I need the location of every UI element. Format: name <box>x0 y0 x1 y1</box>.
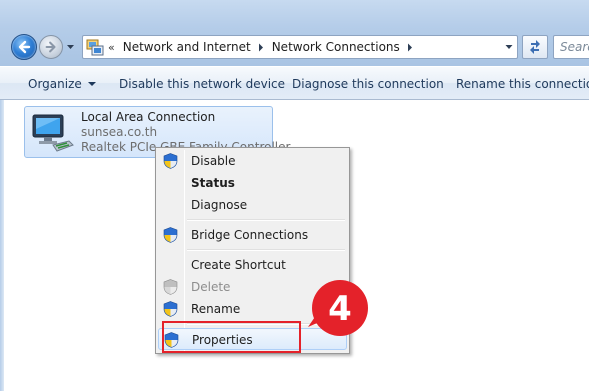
forward-button[interactable] <box>39 35 63 59</box>
menu-item-label: Bridge Connections <box>191 228 309 242</box>
breadcrumb-network-connections[interactable]: Network Connections <box>272 40 400 54</box>
connection-name: Local Area Connection <box>81 110 216 124</box>
menu-separator <box>187 219 345 221</box>
uac-shield-icon <box>163 279 178 295</box>
search-input[interactable]: Search Network Connections <box>553 35 589 59</box>
chevron-down-icon <box>87 82 96 86</box>
address-dropdown-icon[interactable] <box>505 44 513 50</box>
organize-label: Organize <box>28 77 82 91</box>
uac-shield-icon <box>163 301 178 317</box>
menu-item-label: Rename <box>191 302 241 316</box>
menu-item-disable[interactable]: Disable <box>158 150 347 172</box>
menu-item-status[interactable]: Status <box>158 172 347 194</box>
recent-pages-dropdown-icon[interactable] <box>66 43 75 51</box>
connection-network: sunsea.co.th <box>81 125 158 139</box>
menu-item-label: Status <box>191 176 235 190</box>
refresh-button[interactable] <box>522 35 548 59</box>
disable-device-button[interactable]: Disable this network device <box>119 77 285 91</box>
network-folder-icon <box>86 38 104 56</box>
menu-item-create-shortcut[interactable]: Create Shortcut <box>158 254 347 276</box>
menu-separator <box>187 249 345 251</box>
breadcrumb-separator-icon[interactable] <box>407 43 413 52</box>
rename-connection-button[interactable]: Rename this connection <box>456 77 589 91</box>
window-chrome: « Network and Internet Network Connectio… <box>0 0 589 66</box>
back-arrow-icon <box>18 40 31 54</box>
annotation-highlight-box <box>162 321 301 353</box>
menu-item-label: Diagnose <box>191 198 248 212</box>
uac-shield-icon <box>163 153 178 169</box>
menu-item-label: Create Shortcut <box>191 258 286 272</box>
menu-item-label: Disable <box>191 154 236 168</box>
step-number: 4 <box>328 289 352 329</box>
address-bar[interactable]: « Network and Internet Network Connectio… <box>82 35 518 59</box>
network-adapter-icon <box>29 111 75 155</box>
forward-arrow-icon <box>45 41 56 53</box>
address-overflow-chevron[interactable]: « <box>108 41 115 54</box>
menu-item-bridge-connections[interactable]: Bridge Connections <box>158 224 347 246</box>
breadcrumb-network-and-internet[interactable]: Network and Internet <box>123 40 251 54</box>
menu-item-label: Delete <box>191 280 231 294</box>
back-button[interactable] <box>11 34 37 60</box>
refresh-icon <box>530 40 540 54</box>
menu-item-diagnose[interactable]: Diagnose <box>158 194 347 216</box>
uac-shield-icon <box>163 227 178 243</box>
organize-menu-button[interactable]: Organize <box>28 77 96 91</box>
command-bar: Organize Disable this network device Dia… <box>0 66 589 100</box>
diagnose-connection-button[interactable]: Diagnose this connection <box>292 77 444 91</box>
step-callout-badge: 4 <box>308 280 368 336</box>
breadcrumb-separator-icon[interactable] <box>258 43 264 52</box>
pane-border <box>0 100 4 391</box>
